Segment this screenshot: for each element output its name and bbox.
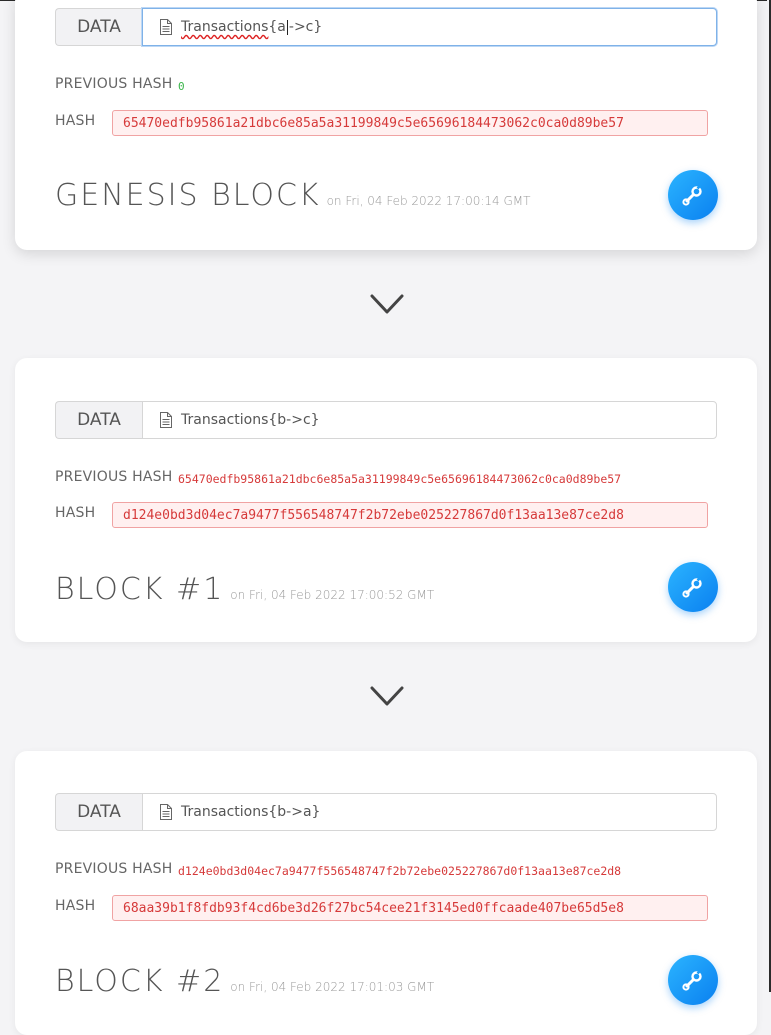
block-title-text: BLOCK #2 <box>55 964 225 999</box>
data-field-row: DATA Transactions{b->c} <box>55 401 717 439</box>
data-input[interactable]: Transactions{b->a} <box>142 793 717 831</box>
block-title-text: BLOCK #1 <box>55 572 225 607</box>
block-title-text: GENESIS BLOCK <box>55 178 321 213</box>
mine-button[interactable] <box>668 562 718 612</box>
data-label: DATA <box>55 793 142 831</box>
wrench-icon <box>682 184 702 206</box>
block-title: BLOCK #2 on Fri, 04 Feb 2022 17:01:03 GMT <box>55 964 434 999</box>
previous-hash-label: PREVIOUS HASH <box>55 861 173 877</box>
wrench-icon <box>682 576 702 598</box>
data-label: DATA <box>55 8 142 46</box>
hash-value: 65470edfb95861a21dbc6e85a5a31199849c5e65… <box>112 110 708 136</box>
chevron-down-icon <box>370 686 404 706</box>
mine-button[interactable] <box>668 170 718 220</box>
block-title: BLOCK #1 on Fri, 04 Feb 2022 17:00:52 GMT <box>55 572 434 607</box>
hash-label: HASH <box>55 113 96 129</box>
block-title: GENESIS BLOCK on Fri, 04 Feb 2022 17:00:1… <box>55 178 530 213</box>
block-timestamp: on Fri, 04 Feb 2022 17:00:14 GMT <box>326 194 531 208</box>
document-icon <box>160 19 172 35</box>
previous-hash-label: PREVIOUS HASH <box>55 76 173 92</box>
previous-hash-value: 0 <box>178 80 185 93</box>
previous-hash-value: 65470edfb95861a21dbc6e85a5a31199849c5e65… <box>178 472 622 486</box>
wrench-icon <box>682 969 702 991</box>
data-input-text-b: ->c} <box>288 19 323 35</box>
previous-hash-label: PREVIOUS HASH <box>55 469 173 485</box>
previous-hash-value: d124e0bd3d04ec7a9477f556548747f2b72ebe02… <box>178 864 622 878</box>
hash-value: d124e0bd3d04ec7a9477f556548747f2b72ebe02… <box>112 502 708 528</box>
data-label: DATA <box>55 401 142 439</box>
hash-label: HASH <box>55 898 96 914</box>
block-card-2: DATA Transactions{b->a} PREVIOUS HASH d1… <box>15 751 757 1035</box>
document-icon <box>160 804 172 820</box>
data-input-text: Transactions{b->c} <box>181 412 320 428</box>
block-timestamp: on Fri, 04 Feb 2022 17:00:52 GMT <box>230 588 435 602</box>
data-input[interactable]: Transactions{b->c} <box>142 401 717 439</box>
data-input-text-misspelled: Transactions <box>181 19 269 35</box>
data-input-text: Transactions{b->a} <box>181 804 321 820</box>
mine-button[interactable] <box>668 955 718 1005</box>
text-caret <box>286 19 288 35</box>
block-card-genesis: DATA Transactions {a ->c} PREVIOUS HASH 0 … <box>15 0 757 250</box>
hash-value: 68aa39b1f8fdb93f4cd6be3d26f27bc54cee21f3… <box>112 895 708 921</box>
block-card-1: DATA Transactions{b->c} PREVIOUS HASH 65… <box>15 358 757 642</box>
chevron-down-icon <box>370 294 404 314</box>
data-field-row: DATA Transactions{b->a} <box>55 793 717 831</box>
data-input[interactable]: Transactions {a ->c} <box>142 8 717 46</box>
data-input-text-a: {a <box>268 19 286 35</box>
data-field-row: DATA Transactions {a ->c} <box>55 8 717 46</box>
hash-label: HASH <box>55 505 96 521</box>
document-icon <box>160 412 172 428</box>
